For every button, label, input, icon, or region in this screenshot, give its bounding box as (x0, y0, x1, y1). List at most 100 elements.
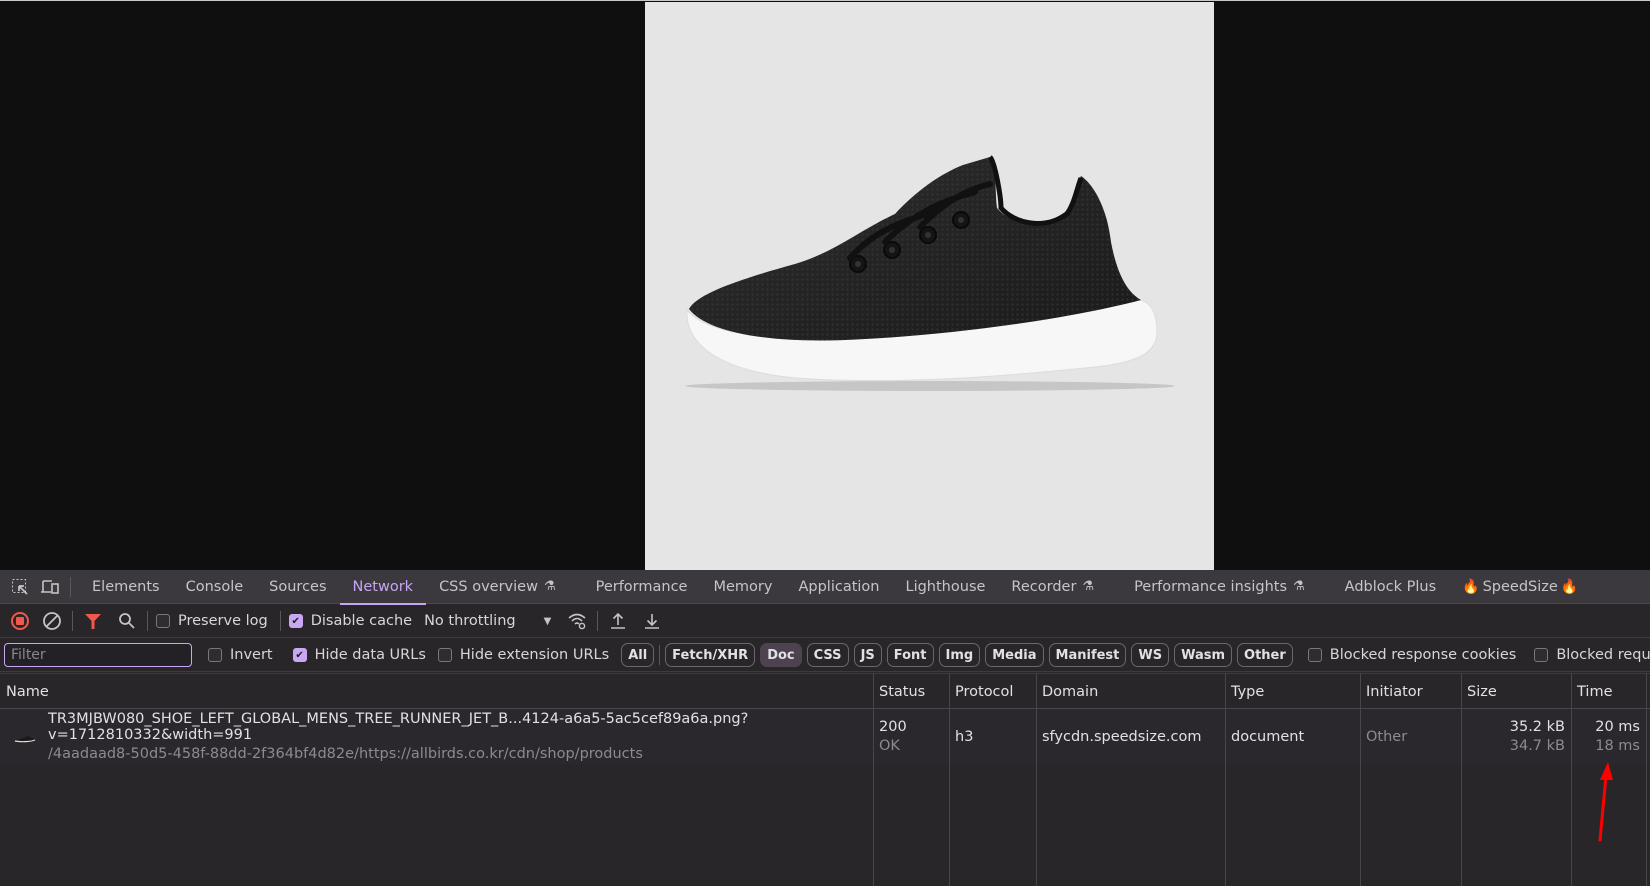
device-toolbar-icon[interactable] (38, 575, 62, 599)
column-header-status[interactable]: Status (873, 674, 925, 709)
tab-memory[interactable]: Memory (700, 570, 785, 604)
tab-network[interactable]: Network (339, 570, 427, 605)
column-divider[interactable] (1225, 673, 1226, 886)
invert-box[interactable] (208, 648, 222, 662)
column-divider[interactable] (1360, 673, 1361, 886)
column-header-domain[interactable]: Domain (1036, 674, 1098, 709)
throttling-select[interactable]: No throttling ▼ (424, 613, 551, 629)
tab-label: CSS overview (439, 578, 538, 595)
tab-sources[interactable]: Sources (256, 570, 339, 604)
hide-data-urls-checkbox[interactable]: ✔ Hide data URLs (292, 647, 426, 663)
tab-lighthouse[interactable]: Lighthouse (893, 570, 999, 604)
blocked-requests-label: Blocked requests (1556, 647, 1650, 663)
tab-adblock-plus[interactable]: Adblock Plus (1332, 570, 1449, 604)
table-header: Name Status Protocol Domain Type Initiat… (0, 673, 1650, 709)
blocked-requests-box[interactable] (1534, 648, 1549, 662)
type-filter-all[interactable]: All (621, 643, 655, 667)
resource-thumbnail-icon (14, 731, 36, 743)
product-image (645, 2, 1214, 571)
type-filter-media[interactable]: Media (985, 643, 1044, 667)
tab-css-overview[interactable]: CSS overview ⚗ (426, 570, 569, 604)
type-filter-font[interactable]: Font (886, 643, 934, 667)
column-header-protocol[interactable]: Protocol (949, 674, 1013, 709)
search-icon[interactable] (115, 609, 139, 633)
tab-performance[interactable]: Performance (583, 570, 701, 604)
column-header-size[interactable]: Size (1461, 674, 1497, 709)
tab-label: Adblock Plus (1344, 578, 1437, 595)
tab-console[interactable]: Console (173, 570, 257, 604)
filter-icon[interactable] (81, 609, 105, 633)
cell-domain: sfycdn.speedsize.com (1036, 709, 1201, 764)
experiment-flask-icon: ⚗ (543, 579, 556, 594)
upload-icon[interactable] (606, 609, 630, 633)
disable-cache-checkbox[interactable]: ✔ Disable cache (288, 613, 412, 629)
fire-icon: 🔥 (1462, 578, 1480, 595)
chevron-down-icon: ▼ (543, 615, 552, 627)
invert-checkbox[interactable]: Invert (208, 647, 273, 663)
cell-size: 35.2 kB 34.7 kB (1461, 709, 1571, 764)
tab-performance-insights[interactable]: Performance insights ⚗ (1121, 570, 1318, 604)
shoe-image (685, 155, 1175, 391)
tab-speedsize[interactable]: 🔥 SpeedSize 🔥 (1449, 570, 1591, 604)
status-text: OK (879, 738, 900, 754)
preserve-log-box[interactable] (156, 614, 170, 628)
column-divider[interactable] (1461, 673, 1462, 886)
tab-label: Elements (92, 578, 160, 595)
type-filter-css[interactable]: CSS (806, 643, 849, 667)
stop-recording-icon[interactable] (8, 609, 32, 633)
devtools-panel: Elements Console Sources Network CSS overvie… (0, 570, 1650, 886)
blocked-response-cookies-box[interactable] (1307, 648, 1322, 662)
page-viewport (0, 0, 1650, 571)
disable-cache-box[interactable]: ✔ (288, 614, 303, 628)
domain-value: sfycdn.speedsize.com (1042, 728, 1202, 745)
separator (279, 611, 281, 631)
status-code: 200 (879, 719, 907, 735)
type-filter-js[interactable]: JS (853, 643, 882, 667)
column-header-time[interactable]: Time (1571, 674, 1613, 709)
column-divider[interactable] (1036, 673, 1037, 886)
tab-label: Application (798, 578, 880, 595)
download-icon[interactable] (640, 609, 664, 633)
type-filter-other[interactable]: Other (1237, 643, 1293, 667)
column-divider[interactable] (1571, 673, 1572, 886)
hide-extension-urls-box[interactable] (437, 648, 452, 662)
type-filter-wasm[interactable]: Wasm (1174, 643, 1233, 667)
column-header-type[interactable]: Type (1225, 674, 1264, 709)
wifi-settings-icon[interactable] (565, 609, 589, 633)
cell-type: document (1225, 709, 1304, 764)
table-row[interactable]: TR3MJBW080_SHOE_LEFT_GLOBAL_MENS_TREE_RU… (0, 709, 1650, 764)
type-filter-manifest[interactable]: Manifest (1048, 643, 1127, 667)
column-divider[interactable] (873, 673, 874, 886)
preserve-log-checkbox[interactable]: Preserve log (156, 613, 268, 629)
time-latency: 18 ms (1595, 738, 1640, 754)
clear-icon[interactable] (40, 609, 64, 633)
hide-extension-urls-checkbox[interactable]: Hide extension URLs (437, 647, 609, 663)
tab-application[interactable]: Application (785, 570, 892, 604)
invert-label: Invert (230, 647, 273, 663)
hide-data-urls-box[interactable]: ✔ (292, 648, 307, 662)
type-filter-doc[interactable]: Doc (760, 643, 802, 667)
filter-input[interactable] (4, 643, 192, 667)
cell-name[interactable]: TR3MJBW080_SHOE_LEFT_GLOBAL_MENS_TREE_RU… (0, 709, 873, 764)
blocked-response-cookies-checkbox[interactable]: Blocked response cookies (1307, 647, 1516, 663)
separator (70, 576, 71, 597)
type-filter-ws[interactable]: WS (1131, 643, 1170, 667)
column-header-name[interactable]: Name (0, 674, 49, 709)
blocked-requests-checkbox[interactable]: Blocked requests (1534, 647, 1650, 663)
type-filter-fetchxhr[interactable]: Fetch/XHR (665, 643, 756, 667)
tab-recorder[interactable]: Recorder ⚗ (998, 570, 1107, 604)
column-divider[interactable] (1646, 673, 1647, 886)
cell-time: 20 ms 18 ms (1571, 709, 1646, 764)
requests-table: Name Status Protocol Domain Type Initiat… (0, 673, 1650, 886)
tab-label: Sources (269, 578, 327, 595)
tab-elements[interactable]: Elements (79, 570, 173, 604)
type-filter-img[interactable]: Img (938, 643, 981, 667)
experiment-flask-icon: ⚗ (1082, 579, 1095, 594)
throttling-value: No throttling (424, 613, 516, 629)
column-divider[interactable] (949, 673, 950, 886)
column-header-initiator[interactable]: Initiator (1360, 674, 1423, 709)
experiment-flask-icon: ⚗ (1293, 579, 1305, 594)
preserve-log-label: Preserve log (178, 613, 268, 629)
inspect-element-icon[interactable] (8, 575, 32, 599)
hide-data-urls-label: Hide data URLs (314, 647, 426, 663)
